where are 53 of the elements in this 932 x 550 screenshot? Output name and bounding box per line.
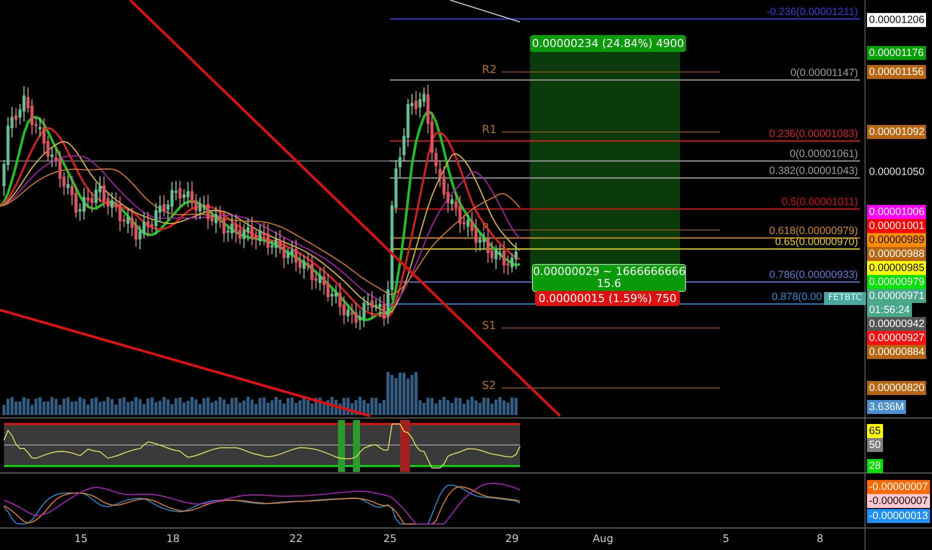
price-label: 0.00001050 [868, 165, 926, 179]
pivot-label: R2 [482, 63, 497, 77]
fibonacci-level-label: 0.618(0.00000979) [769, 225, 858, 237]
price-label: 01:56:24 [867, 303, 912, 317]
price-label: 0.00000988 [867, 247, 926, 261]
fibonacci-level-label: 0(0.00001147) [790, 67, 858, 79]
pivot-label: S2 [482, 379, 496, 393]
signal-highlight [400, 420, 410, 472]
fibonacci-level-label: 0.878(0.00 [772, 291, 822, 303]
date-label: 22 [288, 533, 304, 545]
price-label: 0.00000942 [867, 317, 926, 331]
price-label: 0.00001176 [867, 46, 926, 60]
date-label: 25 [382, 533, 398, 545]
signal-highlight [338, 420, 345, 472]
date-label: 8 [816, 533, 824, 545]
fibonacci-level-label: 0.236(0.00001083) [769, 128, 858, 140]
price-label: 0.00001001 [867, 219, 926, 233]
price-label: 0.00000927 [867, 331, 926, 345]
rsi-label: 28 [867, 459, 883, 473]
fibonacci-level-label: 0.5(0.00001011) [782, 196, 858, 208]
date-label: 5 [722, 533, 730, 545]
fibonacci-level-label: 0.786(0.00000933) [769, 269, 858, 281]
volume-label: 3.636M [867, 400, 906, 414]
price-label: 0.00001156 [867, 65, 926, 79]
target-label: 0.00000234 (24.84%) 4900 [530, 35, 686, 52]
macd-label: -0.00000007 [867, 494, 930, 508]
price-label: 0.00001092 [867, 125, 926, 139]
risk-reward-label: 0.00000029 ~ 1666666666 15.6 [532, 264, 686, 292]
fibonacci-level-label: 0(0.00001061) [790, 148, 858, 160]
fibonacci-level-label: 0.65(0.00000970) [775, 236, 858, 248]
rsi-label: 50 [867, 438, 883, 452]
rsi-label: 65 [867, 424, 883, 438]
price-label: 0.00000979 [867, 275, 926, 289]
pivot-label: S1 [482, 319, 496, 333]
date-label: 29 [504, 533, 520, 545]
stop-label: 0.00000015 (1.59%) 750 [535, 291, 680, 306]
fibonacci-level-label: -0.236(0.00001211) [766, 6, 858, 18]
fibonacci-level-label: 0.382(0.00001043) [769, 165, 858, 177]
macd-label: -0.00000007 [867, 480, 930, 494]
price-label: 0.00000884 [867, 345, 926, 359]
price-label: 0.00001006 [867, 205, 926, 219]
macd-label: -0.00000013 [867, 509, 930, 523]
price-label: 0.00000989 [867, 233, 926, 247]
signal-highlight [353, 420, 360, 472]
pivot-label: R1 [482, 123, 497, 137]
price-label: 0.00000971 [867, 289, 926, 303]
price-label: 0.00000820 [867, 381, 926, 395]
date-label: 15 [73, 533, 89, 545]
symbol-tag: FETBTC [824, 292, 866, 305]
date-label: 18 [165, 533, 181, 545]
price-label: 0.00000985 [867, 261, 926, 275]
price-label: 0.00001206 [867, 13, 926, 27]
date-label: Aug [592, 533, 614, 545]
